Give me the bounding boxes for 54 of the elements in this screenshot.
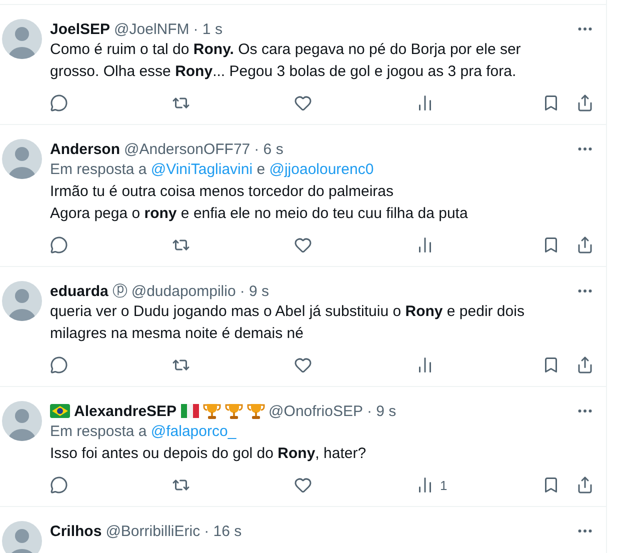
share-icon[interactable] (576, 94, 594, 112)
bookmark-icon[interactable] (542, 94, 560, 112)
display-name[interactable]: eduarda (50, 282, 108, 300)
timestamp[interactable]: · 1 s (193, 20, 222, 38)
display-name[interactable]: Anderson (50, 140, 120, 158)
timestamp[interactable]: · 6 s (254, 140, 284, 158)
bookmark-icon[interactable] (542, 356, 560, 374)
views-icon[interactable] (416, 94, 434, 112)
user-handle[interactable]: @dudapompilio (131, 282, 236, 300)
user-handle[interactable]: @BorribilliEric (106, 522, 200, 540)
user-handle[interactable]: @OnofrioSEP (268, 402, 363, 420)
like-icon[interactable] (294, 94, 312, 112)
tweet-text: Isso foi antes ou depois do gol do Rony, hater? (50, 444, 368, 464)
reply-icon[interactable] (50, 236, 68, 254)
view-count: 1 (440, 478, 448, 492)
user-handle[interactable]: @AndersonOFF77 (124, 140, 250, 158)
reply-label: Em resposta a (50, 423, 147, 440)
timestamp[interactable]: · 9 s (366, 402, 396, 420)
views-icon[interactable] (416, 236, 434, 254)
display-name[interactable]: JoelSEP (50, 20, 110, 38)
verified-symbol: ⓟ (112, 282, 128, 300)
like-icon[interactable] (294, 356, 312, 374)
avatar[interactable] (2, 139, 42, 179)
display-name[interactable]: Crilhos (50, 522, 102, 540)
avatar[interactable] (2, 401, 42, 441)
bookmark-icon[interactable] (542, 476, 560, 494)
avatar[interactable] (2, 521, 42, 553)
like-icon[interactable] (294, 236, 312, 254)
bookmark-icon[interactable] (542, 236, 560, 254)
reply-icon[interactable] (50, 356, 68, 374)
tweet-text: queria ver o Dudu jogando mas o Abel já substituiu o Rony e pedir dois milagres na mesma noite é demais né (50, 302, 526, 344)
trophy-icon (202, 402, 221, 420)
tweet-text: Como é ruim o tal do Rony. Os cara pegava no pé do Borja por ele ser grosso. Olha esse Rony... Pegou 3 bolas de gol e jogou as 3 pra fora. (50, 40, 522, 82)
timestamp[interactable]: · 9 s (240, 282, 270, 300)
reply-joiner: e (256, 161, 266, 178)
avatar[interactable] (2, 281, 42, 321)
user-handle[interactable]: @JoelNFM (114, 20, 190, 38)
italy-flag-icon (180, 404, 199, 418)
trophy-icon (246, 402, 265, 420)
trophy-icon (224, 402, 243, 420)
tweet-text: Irmão tu é outra coisa menos torcedor do palmeiras Agora pega o rony e enfia ele no meio do teu cuu filha da puta (50, 182, 469, 224)
share-icon[interactable] (576, 476, 594, 494)
share-icon[interactable] (576, 236, 594, 254)
display-name[interactable]: AlexandreSEP (74, 402, 177, 420)
views-icon[interactable] (416, 476, 434, 494)
timestamp[interactable]: · 16 s (204, 522, 242, 540)
reply-icon[interactable] (50, 94, 68, 112)
reply-label: Em resposta a (50, 161, 147, 178)
like-icon[interactable] (294, 476, 312, 494)
avatar[interactable] (2, 19, 42, 59)
share-icon[interactable] (576, 356, 594, 374)
views-icon[interactable] (416, 356, 434, 374)
reply-icon[interactable] (50, 476, 68, 494)
brazil-flag-icon (50, 404, 70, 418)
